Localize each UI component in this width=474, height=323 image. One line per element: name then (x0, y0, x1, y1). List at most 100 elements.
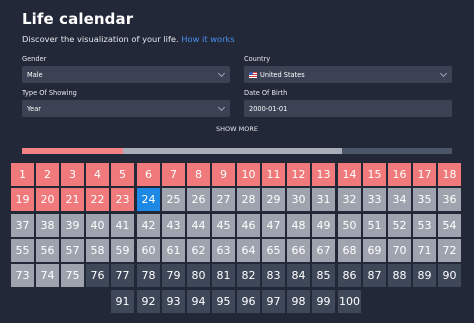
year-cell[interactable]: 65 (262, 239, 285, 262)
year-cell[interactable]: 13 (312, 163, 335, 186)
type-of-showing-select[interactable]: Year (22, 100, 230, 117)
year-cell[interactable]: 48 (287, 214, 310, 237)
year-cell[interactable]: 66 (287, 239, 310, 262)
year-cell[interactable]: 92 (137, 290, 160, 313)
year-cell[interactable]: 44 (187, 214, 210, 237)
year-cell[interactable]: 12 (287, 163, 310, 186)
year-cell[interactable]: 87 (363, 264, 386, 287)
year-cell[interactable]: 96 (237, 290, 260, 313)
year-cell[interactable]: 69 (363, 239, 386, 262)
year-cell[interactable]: 30 (287, 188, 310, 211)
year-cell[interactable]: 89 (413, 264, 436, 287)
year-cell[interactable]: 98 (287, 290, 310, 313)
year-cell[interactable]: 5 (111, 163, 134, 186)
year-cell[interactable]: 81 (212, 264, 235, 287)
year-cell[interactable]: 17 (413, 163, 436, 186)
year-cell[interactable]: 9 (212, 163, 235, 186)
year-cell[interactable]: 3 (61, 163, 84, 186)
year-cell[interactable]: 7 (162, 163, 185, 186)
year-cell[interactable]: 26 (187, 188, 210, 211)
year-cell[interactable]: 38 (36, 214, 59, 237)
year-cell[interactable]: 53 (413, 214, 436, 237)
year-cell[interactable]: 54 (438, 214, 461, 237)
year-cell[interactable]: 74 (36, 264, 59, 287)
year-cell[interactable]: 77 (111, 264, 134, 287)
year-cell[interactable]: 68 (338, 239, 361, 262)
year-cell[interactable]: 79 (162, 264, 185, 287)
year-cell[interactable]: 18 (438, 163, 461, 186)
year-cell[interactable]: 22 (86, 188, 109, 211)
year-cell[interactable]: 34 (388, 188, 411, 211)
year-cell[interactable]: 76 (86, 264, 109, 287)
year-cell[interactable]: 50 (338, 214, 361, 237)
year-cell[interactable]: 47 (262, 214, 285, 237)
year-cell[interactable]: 19 (11, 188, 34, 211)
year-cell[interactable]: 28 (237, 188, 260, 211)
how-it-works-link[interactable]: How it works (181, 34, 234, 44)
year-cell[interactable]: 93 (162, 290, 185, 313)
year-cell[interactable]: 88 (388, 264, 411, 287)
year-cell[interactable]: 100 (338, 290, 361, 313)
year-cell[interactable]: 27 (212, 188, 235, 211)
year-cell[interactable]: 4 (86, 163, 109, 186)
year-cell[interactable]: 83 (262, 264, 285, 287)
year-cell[interactable]: 99 (312, 290, 335, 313)
year-cell[interactable]: 90 (438, 264, 461, 287)
year-cell[interactable]: 78 (137, 264, 160, 287)
year-cell[interactable]: 52 (388, 214, 411, 237)
year-cell[interactable]: 97 (262, 290, 285, 313)
year-cell[interactable]: 36 (438, 188, 461, 211)
year-cell[interactable]: 32 (338, 188, 361, 211)
year-cell[interactable]: 55 (11, 239, 34, 262)
year-cell[interactable]: 16 (388, 163, 411, 186)
year-cell[interactable]: 2 (36, 163, 59, 186)
year-cell[interactable]: 35 (413, 188, 436, 211)
year-cell[interactable]: 15 (363, 163, 386, 186)
year-cell[interactable]: 1 (11, 163, 34, 186)
year-cell[interactable]: 70 (388, 239, 411, 262)
year-cell[interactable]: 91 (111, 290, 134, 313)
year-cell[interactable]: 61 (162, 239, 185, 262)
year-cell[interactable]: 72 (438, 239, 461, 262)
year-cell[interactable]: 94 (187, 290, 210, 313)
year-cell[interactable]: 6 (137, 163, 160, 186)
year-cell[interactable]: 56 (36, 239, 59, 262)
year-cell[interactable]: 63 (212, 239, 235, 262)
year-cell[interactable]: 73 (11, 264, 34, 287)
year-cell[interactable]: 11 (262, 163, 285, 186)
year-cell[interactable]: 75 (61, 264, 84, 287)
year-cell[interactable]: 23 (111, 188, 134, 211)
year-cell[interactable]: 37 (11, 214, 34, 237)
year-cell[interactable]: 41 (111, 214, 134, 237)
year-cell[interactable]: 49 (312, 214, 335, 237)
year-cell[interactable]: 29 (262, 188, 285, 211)
year-cell[interactable]: 10 (237, 163, 260, 186)
country-select[interactable]: United States (244, 66, 452, 83)
year-cell[interactable]: 80 (187, 264, 210, 287)
year-cell[interactable]: 51 (363, 214, 386, 237)
year-cell[interactable]: 46 (237, 214, 260, 237)
year-cell[interactable]: 86 (338, 264, 361, 287)
year-cell[interactable]: 14 (338, 163, 361, 186)
year-cell[interactable]: 39 (61, 214, 84, 237)
year-cell[interactable]: 43 (162, 214, 185, 237)
year-cell[interactable]: 95 (212, 290, 235, 313)
year-cell[interactable]: 59 (111, 239, 134, 262)
year-cell[interactable]: 8 (187, 163, 210, 186)
year-cell[interactable]: 82 (237, 264, 260, 287)
year-cell[interactable]: 71 (413, 239, 436, 262)
year-cell[interactable]: 85 (312, 264, 335, 287)
year-cell[interactable]: 24 (137, 188, 160, 211)
year-cell[interactable]: 45 (212, 214, 235, 237)
year-cell[interactable]: 31 (312, 188, 335, 211)
year-cell[interactable]: 57 (61, 239, 84, 262)
date-of-birth-input[interactable]: 2000-01-01 (244, 100, 452, 117)
year-cell[interactable]: 20 (36, 188, 59, 211)
year-cell[interactable]: 40 (86, 214, 109, 237)
year-cell[interactable]: 33 (363, 188, 386, 211)
year-cell[interactable]: 25 (162, 188, 185, 211)
year-cell[interactable]: 60 (137, 239, 160, 262)
year-cell[interactable]: 62 (187, 239, 210, 262)
year-cell[interactable]: 67 (312, 239, 335, 262)
gender-select[interactable]: Male (22, 66, 230, 83)
